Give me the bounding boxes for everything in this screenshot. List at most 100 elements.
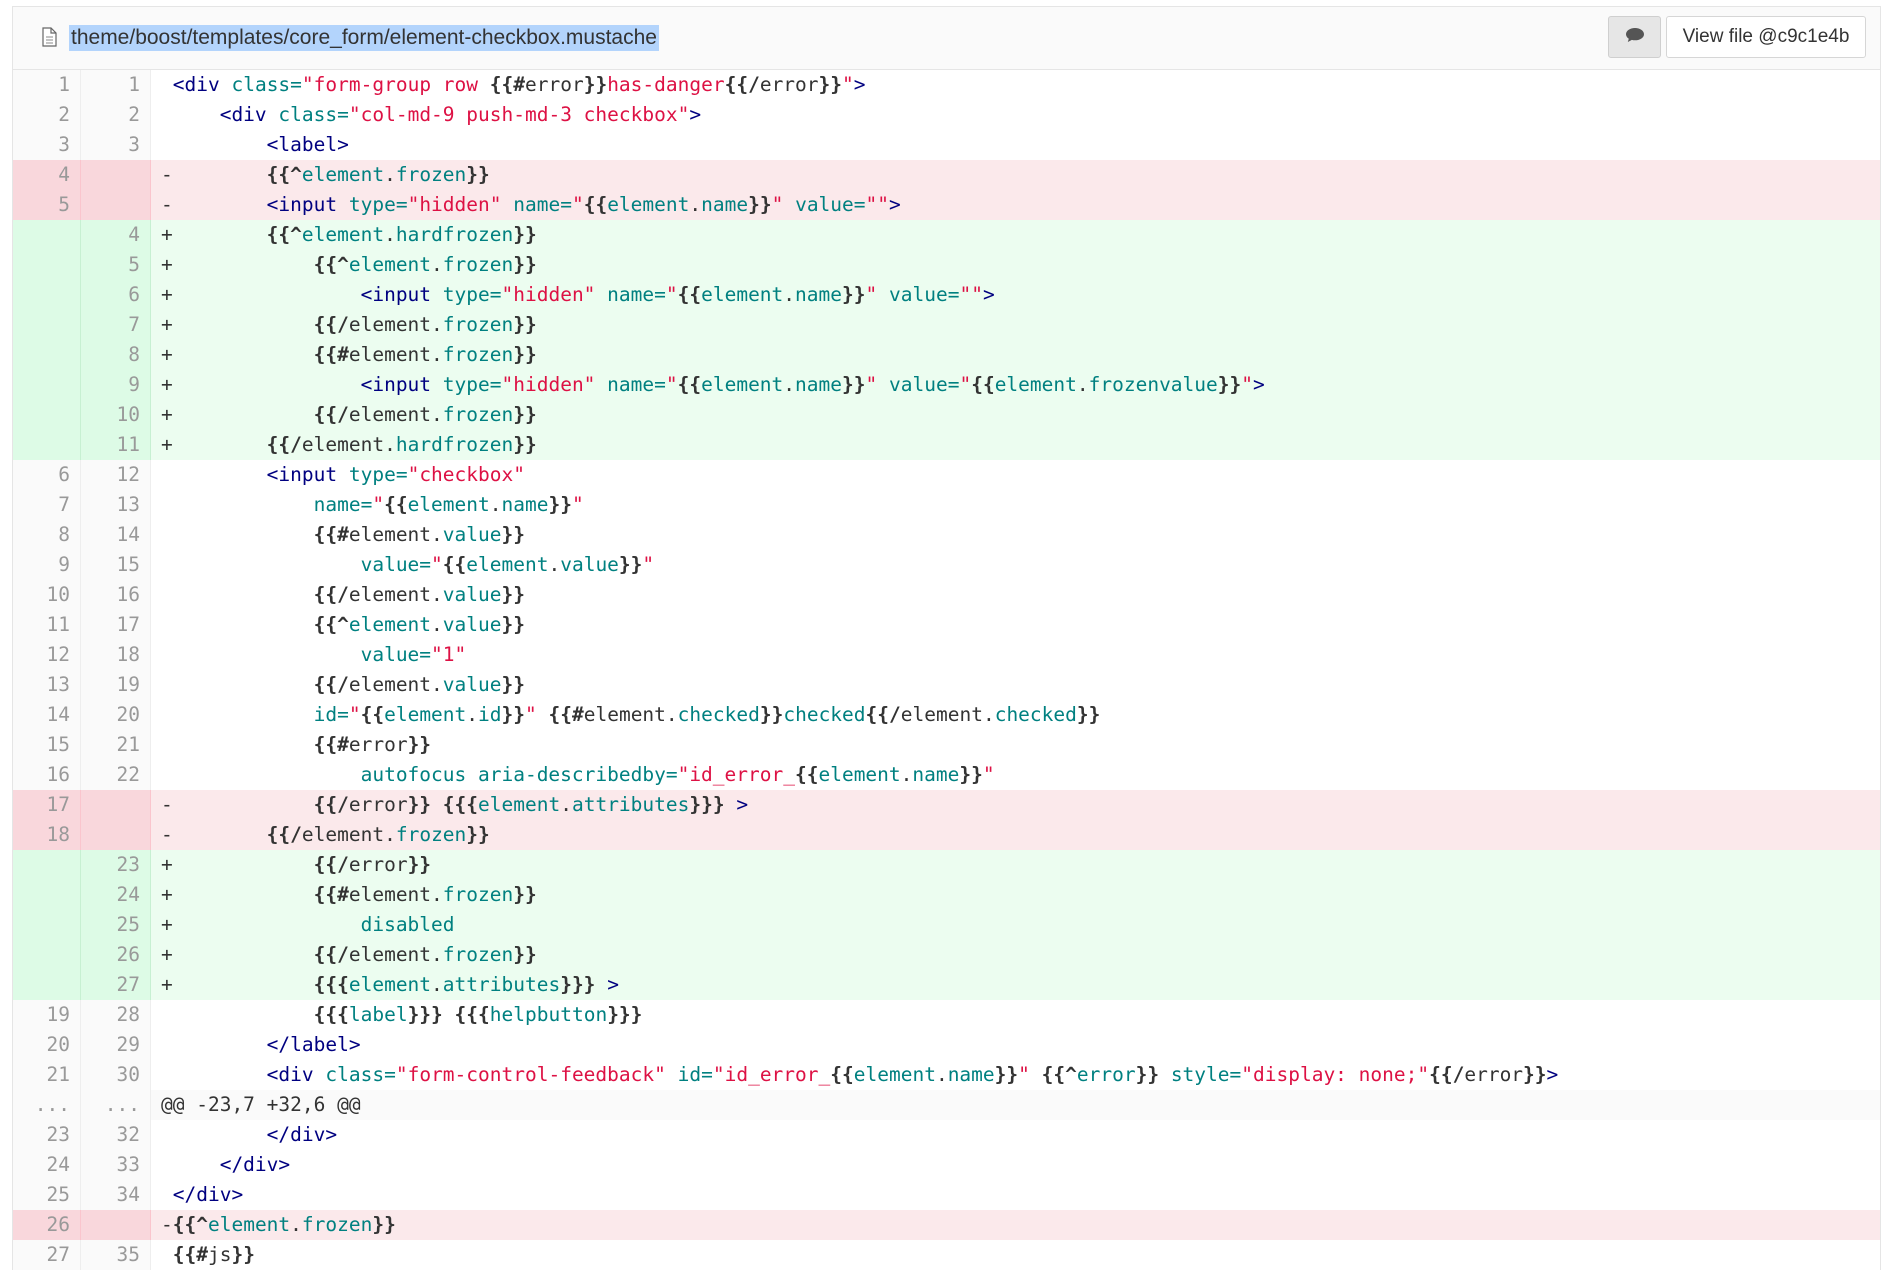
new-line-number[interactable]: 14 (81, 520, 151, 550)
new-line-number[interactable]: 33 (81, 1150, 151, 1180)
old-line-number[interactable]: 1 (13, 70, 81, 100)
code-token: value (560, 553, 619, 576)
old-line-number[interactable] (13, 280, 81, 310)
old-line-number[interactable]: 11 (13, 610, 81, 640)
new-line-number[interactable]: 5 (81, 250, 151, 280)
old-line-number[interactable] (13, 250, 81, 280)
old-line-number[interactable]: 4 (13, 160, 81, 190)
old-line-number[interactable]: 19 (13, 1000, 81, 1030)
new-line-number[interactable]: 21 (81, 730, 151, 760)
new-line-number[interactable] (81, 190, 151, 220)
old-line-number[interactable]: 20 (13, 1030, 81, 1060)
code-token: <div (219, 103, 267, 126)
code-token: </div> (172, 1183, 244, 1206)
old-line-number[interactable]: 7 (13, 490, 81, 520)
new-line-number[interactable]: 17 (81, 610, 151, 640)
code-token: </label> (266, 1033, 361, 1056)
new-line-number[interactable]: 1 (81, 70, 151, 100)
old-line-number[interactable] (13, 970, 81, 1000)
old-line-number[interactable]: 21 (13, 1060, 81, 1090)
old-line-number[interactable]: 3 (13, 130, 81, 160)
new-line-number[interactable]: ... (81, 1090, 151, 1120)
new-line-number[interactable] (81, 160, 151, 190)
new-line-number[interactable]: 32 (81, 1120, 151, 1150)
old-line-number[interactable]: 16 (13, 760, 81, 790)
new-line-number[interactable]: 28 (81, 1000, 151, 1030)
old-line-number[interactable] (13, 370, 81, 400)
new-line-number[interactable]: 12 (81, 460, 151, 490)
old-line-number[interactable]: 6 (13, 460, 81, 490)
old-line-number[interactable]: 26 (13, 1210, 81, 1240)
old-line-number[interactable]: 5 (13, 190, 81, 220)
new-line-number[interactable]: 29 (81, 1030, 151, 1060)
new-line-number[interactable]: 3 (81, 130, 151, 160)
new-line-number[interactable]: 16 (81, 580, 151, 610)
code-token: - (161, 163, 267, 186)
new-line-number[interactable]: 22 (81, 760, 151, 790)
new-line-number[interactable]: 6 (81, 280, 151, 310)
new-line-number[interactable]: 19 (81, 670, 151, 700)
new-line-number[interactable]: 13 (81, 490, 151, 520)
new-line-number[interactable] (81, 790, 151, 820)
old-line-number[interactable]: 14 (13, 700, 81, 730)
new-line-number[interactable]: 18 (81, 640, 151, 670)
new-line-number[interactable]: 26 (81, 940, 151, 970)
old-line-number[interactable]: 18 (13, 820, 81, 850)
new-line-number[interactable]: 10 (81, 400, 151, 430)
old-line-number[interactable] (13, 430, 81, 460)
code-token: "form-group row (301, 73, 490, 96)
new-line-number[interactable]: 20 (81, 700, 151, 730)
old-line-number[interactable] (13, 940, 81, 970)
old-line-number[interactable]: 15 (13, 730, 81, 760)
new-line-number[interactable]: 23 (81, 850, 151, 880)
old-line-number[interactable]: 10 (13, 580, 81, 610)
new-line-number[interactable]: 34 (81, 1180, 151, 1210)
old-line-number[interactable]: ... (13, 1090, 81, 1120)
code-token: . (431, 883, 443, 906)
new-line-number[interactable]: 2 (81, 100, 151, 130)
new-line-number[interactable]: 7 (81, 310, 151, 340)
diff-line: 13 19 {{/element.value}} (13, 670, 1880, 700)
new-line-number[interactable] (81, 820, 151, 850)
new-line-number[interactable]: 24 (81, 880, 151, 910)
new-line-number[interactable]: 11 (81, 430, 151, 460)
toggle-comments-button[interactable] (1608, 16, 1661, 58)
old-line-number[interactable]: 12 (13, 640, 81, 670)
code-token: disabled (360, 913, 455, 936)
file-path[interactable]: theme/boost/templates/core_form/element-… (69, 25, 659, 51)
new-line-number[interactable]: 4 (81, 220, 151, 250)
diff-line: 25 34 </div> (13, 1180, 1880, 1210)
new-line-number[interactable]: 8 (81, 340, 151, 370)
code-token: element (301, 433, 385, 456)
old-line-number[interactable]: 24 (13, 1150, 81, 1180)
old-line-number[interactable]: 2 (13, 100, 81, 130)
old-line-number[interactable]: 23 (13, 1120, 81, 1150)
old-line-number[interactable] (13, 340, 81, 370)
new-line-number[interactable] (81, 1210, 151, 1240)
new-line-number[interactable]: 15 (81, 550, 151, 580)
old-line-number[interactable]: 25 (13, 1180, 81, 1210)
line-code: + <input type="hidden" name="{{element.n… (151, 370, 1880, 400)
diff-line: 25 + disabled (13, 910, 1880, 940)
old-line-number[interactable] (13, 400, 81, 430)
old-line-number[interactable] (13, 880, 81, 910)
old-line-number[interactable] (13, 310, 81, 340)
new-line-number[interactable]: 35 (81, 1240, 151, 1270)
new-line-number[interactable]: 27 (81, 970, 151, 1000)
old-line-number[interactable]: 13 (13, 670, 81, 700)
old-line-number[interactable]: 17 (13, 790, 81, 820)
new-line-number[interactable]: 9 (81, 370, 151, 400)
view-file-button[interactable]: View file @c9c1e4b (1666, 16, 1866, 58)
old-line-number[interactable] (13, 850, 81, 880)
old-line-number[interactable] (13, 220, 81, 250)
new-line-number[interactable]: 25 (81, 910, 151, 940)
old-line-number[interactable]: 9 (13, 550, 81, 580)
diff-line: 4 + {{^element.hardfrozen}} (13, 220, 1880, 250)
old-line-number[interactable]: 8 (13, 520, 81, 550)
code-token: error (525, 73, 584, 96)
old-line-number[interactable] (13, 910, 81, 940)
new-line-number[interactable]: 30 (81, 1060, 151, 1090)
old-line-number[interactable]: 27 (13, 1240, 81, 1270)
